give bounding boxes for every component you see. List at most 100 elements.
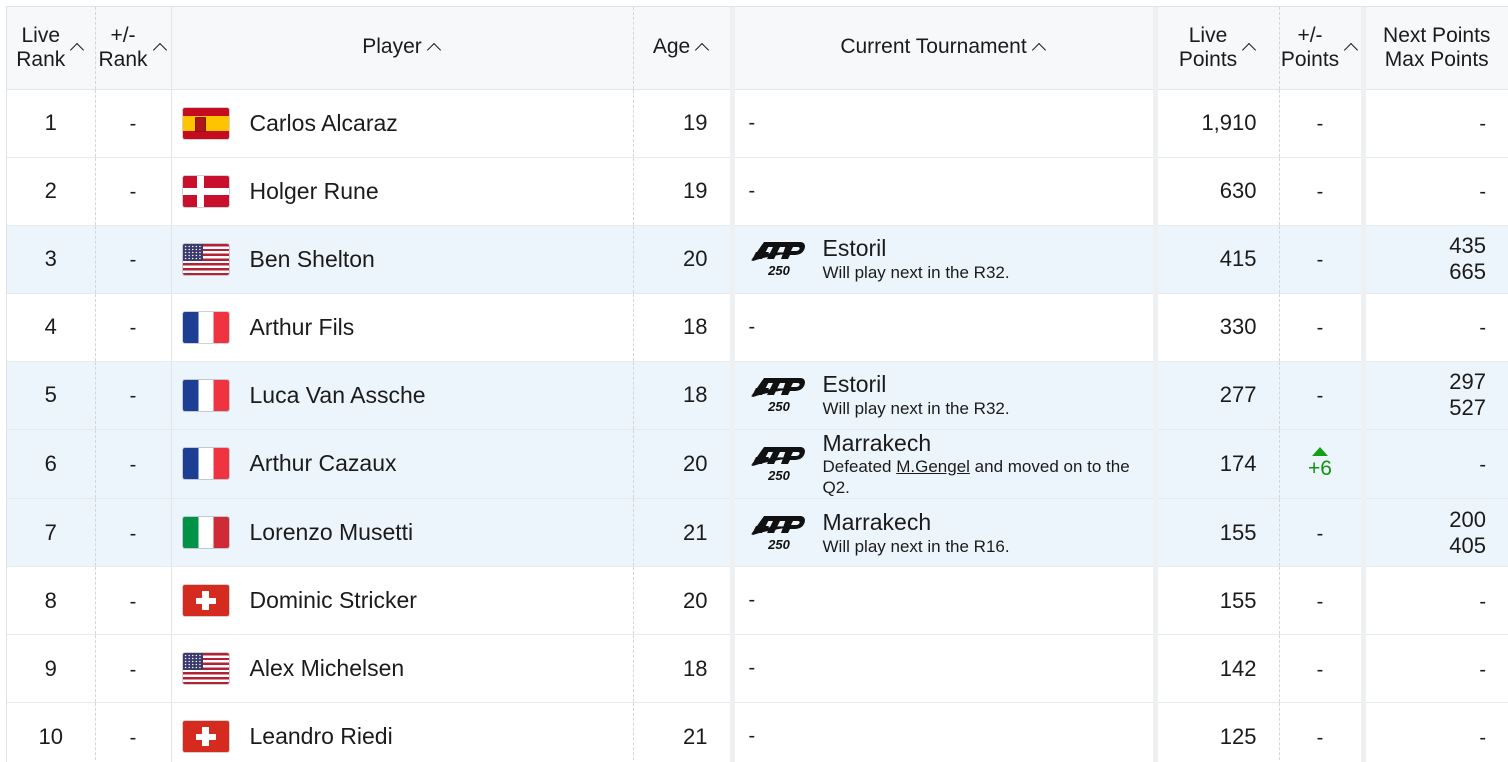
player-name[interactable]: Lorenzo Musetti <box>240 519 414 546</box>
points-change-value: +6 <box>1308 457 1332 481</box>
next-points-value: 297 <box>1449 368 1486 394</box>
sort-caret-icon-tournament[interactable] <box>1032 40 1047 55</box>
next-points-value: 200 <box>1449 506 1486 532</box>
cell-player[interactable]: Holger Rune <box>171 157 634 226</box>
atp-250-logo-icon: 250 <box>749 514 809 552</box>
cell-player[interactable]: Lorenzo Musetti <box>171 498 634 568</box>
cell-live-rank: 4 <box>7 293 96 362</box>
flag-france <box>182 448 229 480</box>
sort-caret-icon-age[interactable] <box>695 40 710 55</box>
rank-change-value: - <box>129 317 137 339</box>
cell-rank-change: - <box>95 566 172 636</box>
cell-live-rank: 6 <box>7 429 96 500</box>
cell-player[interactable]: Arthur Fils <box>171 293 634 362</box>
column-header-tournament-label: Current Tournament <box>840 35 1027 59</box>
flag-spain <box>182 107 229 139</box>
max-points-value: 527 <box>1449 395 1486 420</box>
player-name[interactable]: Luca Van Assche <box>240 382 426 409</box>
column-header-player[interactable]: Player <box>171 7 634 90</box>
cell-next-max-points: - <box>1363 634 1508 704</box>
tournament-name[interactable]: Marrakech <box>823 430 1153 456</box>
player-name[interactable]: Leandro Riedi <box>240 723 393 750</box>
cell-next-max-points: 200 405 <box>1363 498 1508 568</box>
points-change-value: - <box>1316 590 1324 613</box>
next-points-value: - <box>1479 658 1486 681</box>
column-header-points-change[interactable]: +/- Points <box>1279 7 1366 90</box>
cell-player[interactable]: Carlos Alcaraz <box>171 89 634 158</box>
sort-caret-icon-live-rank[interactable] <box>70 40 85 55</box>
table-row[interactable]: 2- Holger Rune 19-630- - <box>7 157 1508 226</box>
column-header-age[interactable]: Age <box>633 7 735 90</box>
player-name[interactable]: Carlos Alcaraz <box>240 110 398 137</box>
cell-rank-change: - <box>95 702 172 762</box>
cell-player[interactable]: Ben Shelton <box>171 225 634 294</box>
column-header-rank-change-line1: +/- <box>110 23 136 47</box>
table-row[interactable]: 8- Dominic Stricker 20-155- - <box>7 566 1508 636</box>
tournament-name[interactable]: Estoril <box>823 235 1010 261</box>
flag-france <box>182 311 229 343</box>
table-row[interactable]: 4- Arthur Fils 18-330- - <box>7 293 1508 362</box>
cell-live-rank: 8 <box>7 566 96 636</box>
tournament-name[interactable]: Estoril <box>823 371 1010 397</box>
column-header-live-rank[interactable]: Live Rank <box>7 7 96 90</box>
table-row[interactable]: 7 - Lorenzo Musetti 21 250 Marrakech Will play… <box>7 498 1508 568</box>
rank-change-value: - <box>129 522 137 545</box>
player-name[interactable]: Arthur Fils <box>240 314 355 341</box>
sort-caret-icon-player[interactable] <box>427 40 442 55</box>
next-points-value: - <box>1479 590 1486 613</box>
player-name[interactable]: Ben Shelton <box>240 246 375 273</box>
column-header-tournament[interactable]: Current Tournament <box>732 7 1158 90</box>
max-points-value: 405 <box>1449 532 1486 558</box>
cell-live-points: 630 <box>1155 157 1280 226</box>
cell-next-max-points: - <box>1363 702 1508 762</box>
sort-caret-icon-rank-change[interactable] <box>153 40 168 55</box>
table-row[interactable]: 10- Leandro Riedi 21-125- - <box>7 702 1508 762</box>
table-row[interactable]: 3 - Ben Shelton 20 250 Estoril Will play next … <box>7 225 1508 294</box>
player-name[interactable]: Dominic Stricker <box>240 587 417 614</box>
cell-live-rank: 1 <box>7 89 96 158</box>
cell-rank-change: - <box>95 225 172 294</box>
table-row[interactable]: 5 - Luca Van Assche 18 250 Estoril Will play n… <box>7 361 1508 430</box>
points-change-value: - <box>1316 726 1324 749</box>
cell-age: 18 <box>633 361 735 430</box>
cell-points-change: +6 <box>1279 429 1366 500</box>
cell-tournament: - <box>732 293 1158 362</box>
column-header-points-change-line2: Points <box>1280 47 1340 71</box>
flag-switzerland-box <box>172 721 240 753</box>
cell-next-max-points: 297 527 <box>1363 361 1508 430</box>
column-header-rank-change[interactable]: +/- Rank <box>95 7 172 90</box>
column-header-live-rank-line1: Live <box>21 23 61 47</box>
sort-caret-icon-live-points[interactable] <box>1242 40 1257 55</box>
cell-tournament: - <box>732 89 1158 158</box>
column-header-player-label: Player <box>362 35 422 59</box>
points-change-value: - <box>1316 385 1324 407</box>
cell-player[interactable]: Luca Van Assche <box>171 361 634 430</box>
table-body: 1- Carlos Alcaraz 19-1,910- -2- Holger Rune 1… <box>7 89 1508 762</box>
column-header-points-change-line1: +/- <box>1297 23 1323 47</box>
cell-player[interactable]: Leandro Riedi <box>171 702 634 762</box>
header-row: Live Rank +/- Rank Player Age Current To… <box>7 7 1508 90</box>
player-name[interactable]: Arthur Cazaux <box>240 450 397 477</box>
tournament-status-note: Will play next in the R16. <box>822 536 1010 556</box>
cell-player[interactable]: Dominic Stricker <box>171 566 634 636</box>
cell-live-points: 277 <box>1155 361 1280 430</box>
tournament-empty-value: - <box>748 589 756 612</box>
cell-next-max-points: - <box>1363 157 1508 226</box>
sort-caret-icon-points-change[interactable] <box>1344 40 1359 55</box>
rank-change-value: - <box>129 726 137 749</box>
player-name[interactable]: Alex Michelsen <box>240 655 405 682</box>
cell-player[interactable]: Arthur Cazaux <box>171 429 634 500</box>
cell-player[interactable]: Alex Michelsen <box>171 634 634 704</box>
points-change-value: - <box>1316 113 1324 135</box>
opponent-link[interactable]: M.Gengel <box>896 457 970 476</box>
table-row[interactable]: 9- Alex Michelsen 18-142- - <box>7 634 1508 704</box>
flag-italy <box>182 517 229 549</box>
table-row[interactable]: 1- Carlos Alcaraz 19-1,910- - <box>7 89 1508 158</box>
cell-live-points: 125 <box>1155 702 1280 762</box>
tournament-name[interactable]: Marrakech <box>823 509 1010 535</box>
column-header-live-points[interactable]: Live Points <box>1155 7 1280 90</box>
cell-next-max-points: - <box>1363 89 1508 158</box>
rank-change-value: - <box>129 113 137 135</box>
table-row[interactable]: 6 - Arthur Cazaux 20 250 Marrakech Defeated M.… <box>7 429 1508 500</box>
player-name[interactable]: Holger Rune <box>240 178 379 205</box>
